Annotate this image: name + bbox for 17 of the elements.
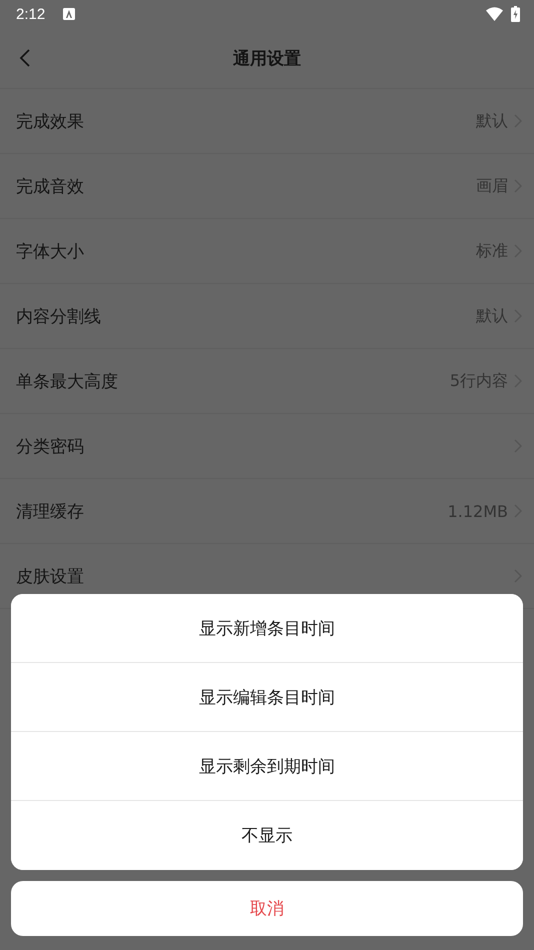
- setting-label: 完成效果: [16, 110, 85, 132]
- setting-label: 分类密码: [16, 436, 85, 458]
- setting-label: 清理缓存: [16, 500, 85, 522]
- setting-label: 单条最大高度: [16, 370, 119, 392]
- sheet-option[interactable]: 显示新增条目时间: [11, 594, 523, 663]
- battery-icon: [511, 6, 520, 22]
- status-time: 2:12: [16, 6, 46, 22]
- setting-label: 皮肤设置: [16, 566, 85, 588]
- page-title: 通用设置: [233, 48, 301, 70]
- cancel-button[interactable]: 取消: [11, 881, 523, 936]
- back-icon: [19, 49, 31, 67]
- wifi-icon: [486, 7, 503, 21]
- setting-label: 内容分割线: [16, 306, 102, 328]
- setting-label: 完成音效: [16, 176, 85, 198]
- settings-row[interactable]: 分类密码: [0, 414, 534, 479]
- setting-label: 字体大小: [16, 240, 85, 262]
- notification-icon: [63, 8, 76, 20]
